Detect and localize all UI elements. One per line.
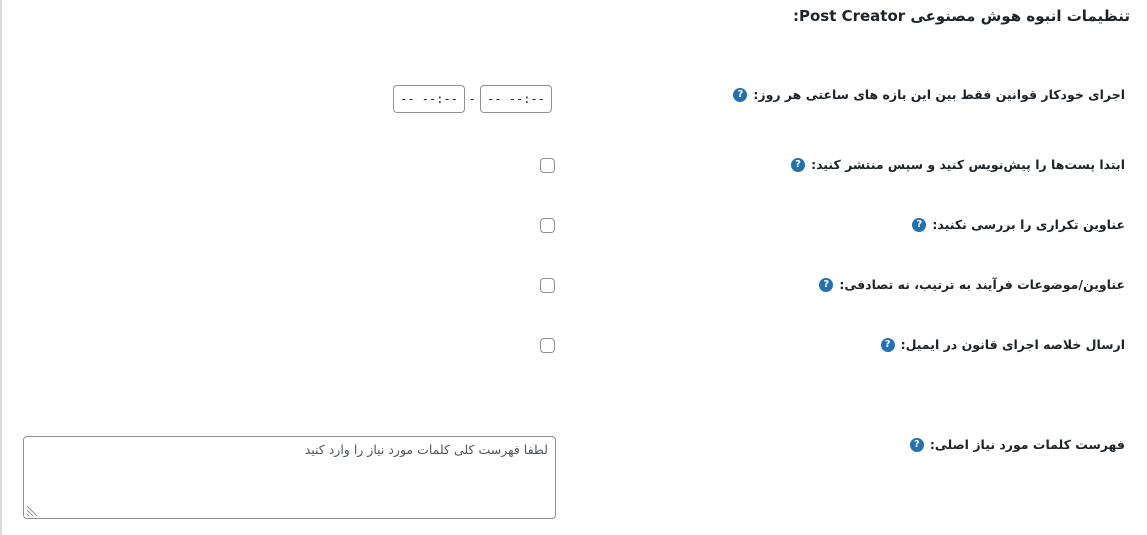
email-summary-checkbox[interactable] bbox=[540, 338, 555, 353]
help-icon[interactable]: ? bbox=[909, 437, 924, 452]
help-icon[interactable]: ? bbox=[880, 337, 895, 352]
time-range-separator: - bbox=[470, 92, 475, 106]
keywords-placeholder: لطفا فهرست کلی کلمات مورد نیاز را وارد ک… bbox=[304, 442, 548, 457]
help-icon[interactable]: ? bbox=[791, 157, 806, 172]
page-title: تنظیمات انبوه هوش مصنوعی Post Creator: bbox=[792, 7, 1130, 25]
help-icon[interactable]: ? bbox=[733, 87, 748, 102]
help-icon[interactable]: ? bbox=[912, 217, 927, 232]
row-label-skip-duplicates: عناوین تکراری را بررسی نکنید: bbox=[932, 217, 1125, 232]
row-label-email-summary: ارسال خلاصه اجرای قانون در ایمیل: bbox=[900, 337, 1125, 352]
row-label-keywords: فهرست کلمات مورد نیاز اصلی: bbox=[929, 437, 1125, 452]
row-keywords: ? فهرست کلمات مورد نیاز اصلی: bbox=[909, 437, 1125, 452]
draft-first-checkbox[interactable] bbox=[540, 158, 555, 173]
help-icon[interactable]: ? bbox=[819, 277, 834, 292]
row-label-draft-first: ابتدا پست‌ها را پیش‌نویس کنید و سپس منتش… bbox=[811, 157, 1125, 172]
sequential-order-checkbox[interactable] bbox=[540, 278, 555, 293]
row-sequential-order: ? عناوین/موضوعات فرآیند به ترتیب، نه تصا… bbox=[819, 277, 1125, 292]
time-start-input[interactable]: -- --:-- bbox=[480, 85, 552, 113]
row-label-sequential-order: عناوین/موضوعات فرآیند به ترتیب، نه تصادف… bbox=[839, 277, 1125, 292]
page-left-border bbox=[0, 0, 2, 535]
row-time-range: ? اجرای خودکار قوانین فقط بین این بازه ه… bbox=[733, 87, 1125, 102]
time-end-input[interactable]: -- --:-- bbox=[393, 85, 465, 113]
keywords-textarea[interactable]: لطفا فهرست کلی کلمات مورد نیاز را وارد ک… bbox=[23, 436, 556, 519]
resize-handle-icon[interactable] bbox=[26, 504, 38, 516]
skip-duplicates-checkbox[interactable] bbox=[540, 218, 555, 233]
row-label-time-range: اجرای خودکار قوانین فقط بین این بازه های… bbox=[753, 87, 1125, 102]
row-draft-first: ? ابتدا پست‌ها را پیش‌نویس کنید و سپس من… bbox=[791, 157, 1125, 172]
row-email-summary: ? ارسال خلاصه اجرای قانون در ایمیل: bbox=[880, 337, 1125, 352]
row-skip-duplicates: ? عناوین تکراری را بررسی نکنید: bbox=[912, 217, 1125, 232]
